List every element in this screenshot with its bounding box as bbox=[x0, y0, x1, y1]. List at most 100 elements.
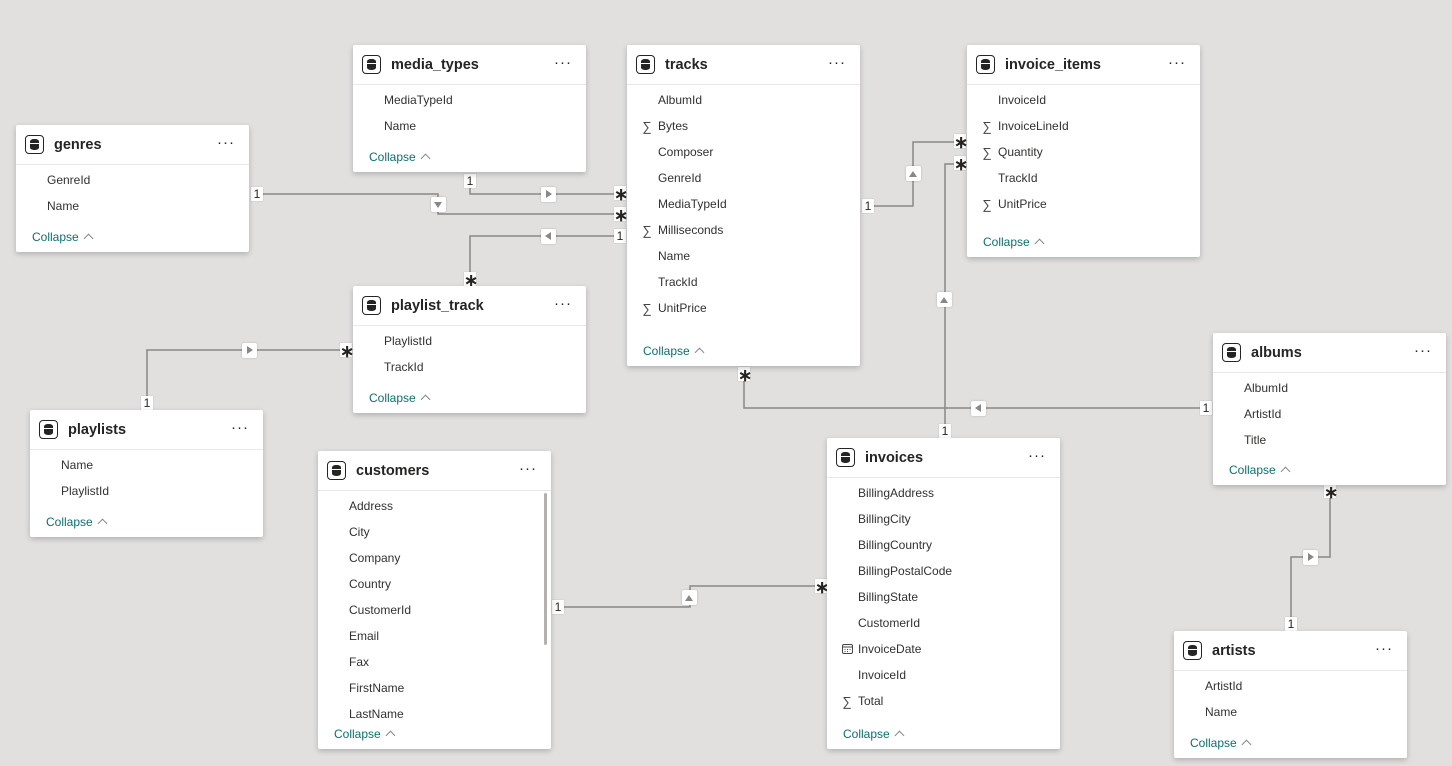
table-header[interactable]: playlists ··· bbox=[30, 410, 263, 450]
more-options-icon[interactable]: ··· bbox=[231, 420, 249, 436]
field-item[interactable]: PlaylistId bbox=[353, 328, 586, 354]
chevron-up-icon bbox=[894, 730, 905, 741]
field-name: Fax bbox=[349, 655, 370, 669]
collapse-button[interactable]: Collapse bbox=[32, 230, 94, 244]
table-card-playlists[interactable]: playlists ··· Name PlaylistId Collapse bbox=[30, 410, 263, 537]
filter-direction-up-icon[interactable] bbox=[937, 292, 952, 307]
table-header[interactable]: tracks ··· bbox=[627, 45, 860, 85]
field-item[interactable]: BillingAddress bbox=[827, 480, 1060, 506]
table-header[interactable]: invoice_items ··· bbox=[967, 45, 1200, 85]
field-item[interactable]: Title bbox=[1213, 427, 1446, 453]
filter-direction-right-icon[interactable] bbox=[541, 187, 556, 202]
field-item[interactable]: MediaTypeId bbox=[353, 87, 586, 113]
field-item[interactable]: InvoiceId bbox=[827, 662, 1060, 688]
field-item[interactable]: GenreId bbox=[627, 165, 860, 191]
field-item[interactable]: Email bbox=[318, 623, 551, 649]
chevron-up-icon bbox=[385, 730, 396, 741]
field-item[interactable]: CustomerId bbox=[827, 610, 1060, 636]
table-card-customers[interactable]: customers ··· Address City Company Country Cus… bbox=[318, 451, 551, 749]
table-card-tracks[interactable]: tracks ··· AlbumId ∑ Bytes Composer GenreId Med… bbox=[627, 45, 860, 366]
field-name: Composer bbox=[658, 145, 714, 159]
field-item[interactable]: InvoiceDate bbox=[827, 636, 1060, 662]
field-item[interactable]: Name bbox=[353, 113, 586, 139]
field-item[interactable]: Name bbox=[1174, 699, 1407, 725]
field-item[interactable]: TrackId bbox=[967, 165, 1200, 191]
field-item[interactable]: PlaylistId bbox=[30, 478, 263, 504]
field-item[interactable]: BillingCountry bbox=[827, 532, 1060, 558]
more-options-icon[interactable]: ··· bbox=[1168, 55, 1186, 71]
collapse-button[interactable]: Collapse bbox=[643, 344, 705, 358]
more-options-icon[interactable]: ··· bbox=[828, 55, 846, 71]
field-item[interactable]: ∑ InvoiceLineId bbox=[967, 113, 1200, 139]
filter-direction-up-icon[interactable] bbox=[682, 590, 697, 605]
field-item[interactable]: Name bbox=[30, 452, 263, 478]
collapse-button[interactable]: Collapse bbox=[369, 150, 431, 164]
field-item[interactable]: ∑ UnitPrice bbox=[627, 295, 860, 321]
collapse-button[interactable]: Collapse bbox=[1229, 463, 1291, 477]
collapse-button[interactable]: Collapse bbox=[369, 391, 431, 405]
field-item[interactable]: TrackId bbox=[353, 354, 586, 380]
field-item[interactable]: LastName bbox=[318, 701, 551, 727]
scrollbar[interactable] bbox=[544, 493, 547, 645]
more-options-icon[interactable]: ··· bbox=[554, 55, 572, 71]
table-header[interactable]: invoices ··· bbox=[827, 438, 1060, 478]
collapse-button[interactable]: Collapse bbox=[843, 727, 905, 741]
more-options-icon[interactable]: ··· bbox=[519, 461, 537, 477]
field-item[interactable]: BillingCity bbox=[827, 506, 1060, 532]
field-item[interactable]: Composer bbox=[627, 139, 860, 165]
table-header[interactable]: playlist_track ··· bbox=[353, 286, 586, 326]
table-card-playlist_track[interactable]: playlist_track ··· PlaylistId TrackId Collap… bbox=[353, 286, 586, 413]
more-options-icon[interactable]: ··· bbox=[217, 135, 235, 151]
field-item[interactable]: City bbox=[318, 519, 551, 545]
field-name: BillingPostalCode bbox=[858, 564, 953, 578]
table-card-invoice_items[interactable]: invoice_items ··· InvoiceId ∑ InvoiceLineId ∑… bbox=[967, 45, 1200, 257]
more-options-icon[interactable]: ··· bbox=[1028, 448, 1046, 464]
collapse-button[interactable]: Collapse bbox=[334, 727, 396, 741]
table-header[interactable]: albums ··· bbox=[1213, 333, 1446, 373]
field-item[interactable]: ∑ Quantity bbox=[967, 139, 1200, 165]
filter-direction-right-icon[interactable] bbox=[1303, 550, 1318, 565]
field-item[interactable]: Name bbox=[16, 193, 249, 219]
table-card-genres[interactable]: genres ··· GenreId Name Collapse bbox=[16, 125, 249, 252]
collapse-button[interactable]: Collapse bbox=[983, 235, 1045, 249]
filter-direction-left-icon[interactable] bbox=[971, 401, 986, 416]
field-item[interactable]: Name bbox=[627, 243, 860, 269]
field-item[interactable]: BillingState bbox=[827, 584, 1060, 610]
field-item[interactable]: Company bbox=[318, 545, 551, 571]
more-options-icon[interactable]: ··· bbox=[554, 296, 572, 312]
filter-direction-right-icon[interactable] bbox=[242, 343, 257, 358]
field-item[interactable]: MediaTypeId bbox=[627, 191, 860, 217]
field-item[interactable]: InvoiceId bbox=[967, 87, 1200, 113]
more-options-icon[interactable]: ··· bbox=[1414, 343, 1432, 359]
field-item[interactable]: ∑ Total bbox=[827, 688, 1060, 714]
table-header[interactable]: customers ··· bbox=[318, 451, 551, 491]
collapse-button[interactable]: Collapse bbox=[46, 515, 108, 529]
field-item[interactable]: ∑ Milliseconds bbox=[627, 217, 860, 243]
field-item[interactable]: GenreId bbox=[16, 167, 249, 193]
filter-direction-down-icon[interactable] bbox=[431, 197, 446, 212]
field-item[interactable]: ArtistId bbox=[1174, 673, 1407, 699]
table-card-artists[interactable]: artists ··· ArtistId Name Collapse bbox=[1174, 631, 1407, 758]
field-item[interactable]: ∑ UnitPrice bbox=[967, 191, 1200, 217]
field-item[interactable]: FirstName bbox=[318, 675, 551, 701]
filter-direction-left-icon[interactable] bbox=[541, 229, 556, 244]
collapse-button[interactable]: Collapse bbox=[1190, 736, 1252, 750]
field-item[interactable]: TrackId bbox=[627, 269, 860, 295]
field-item[interactable]: Fax bbox=[318, 649, 551, 675]
field-item[interactable]: BillingPostalCode bbox=[827, 558, 1060, 584]
table-card-invoices[interactable]: invoices ··· BillingAddress BillingCity Bill… bbox=[827, 438, 1060, 749]
table-card-albums[interactable]: albums ··· AlbumId ArtistId Title Collapse bbox=[1213, 333, 1446, 485]
field-item[interactable]: ∑ Bytes bbox=[627, 113, 860, 139]
field-item[interactable]: AlbumId bbox=[1213, 375, 1446, 401]
field-item[interactable]: CustomerId bbox=[318, 597, 551, 623]
field-item[interactable]: AlbumId bbox=[627, 87, 860, 113]
filter-direction-up-icon[interactable] bbox=[906, 166, 921, 181]
field-item[interactable]: Address bbox=[318, 493, 551, 519]
table-card-media_types[interactable]: media_types ··· MediaTypeId Name Collapse bbox=[353, 45, 586, 172]
field-item[interactable]: ArtistId bbox=[1213, 401, 1446, 427]
field-item[interactable]: Country bbox=[318, 571, 551, 597]
table-header[interactable]: artists ··· bbox=[1174, 631, 1407, 671]
table-header[interactable]: genres ··· bbox=[16, 125, 249, 165]
more-options-icon[interactable]: ··· bbox=[1375, 641, 1393, 657]
table-header[interactable]: media_types ··· bbox=[353, 45, 586, 85]
